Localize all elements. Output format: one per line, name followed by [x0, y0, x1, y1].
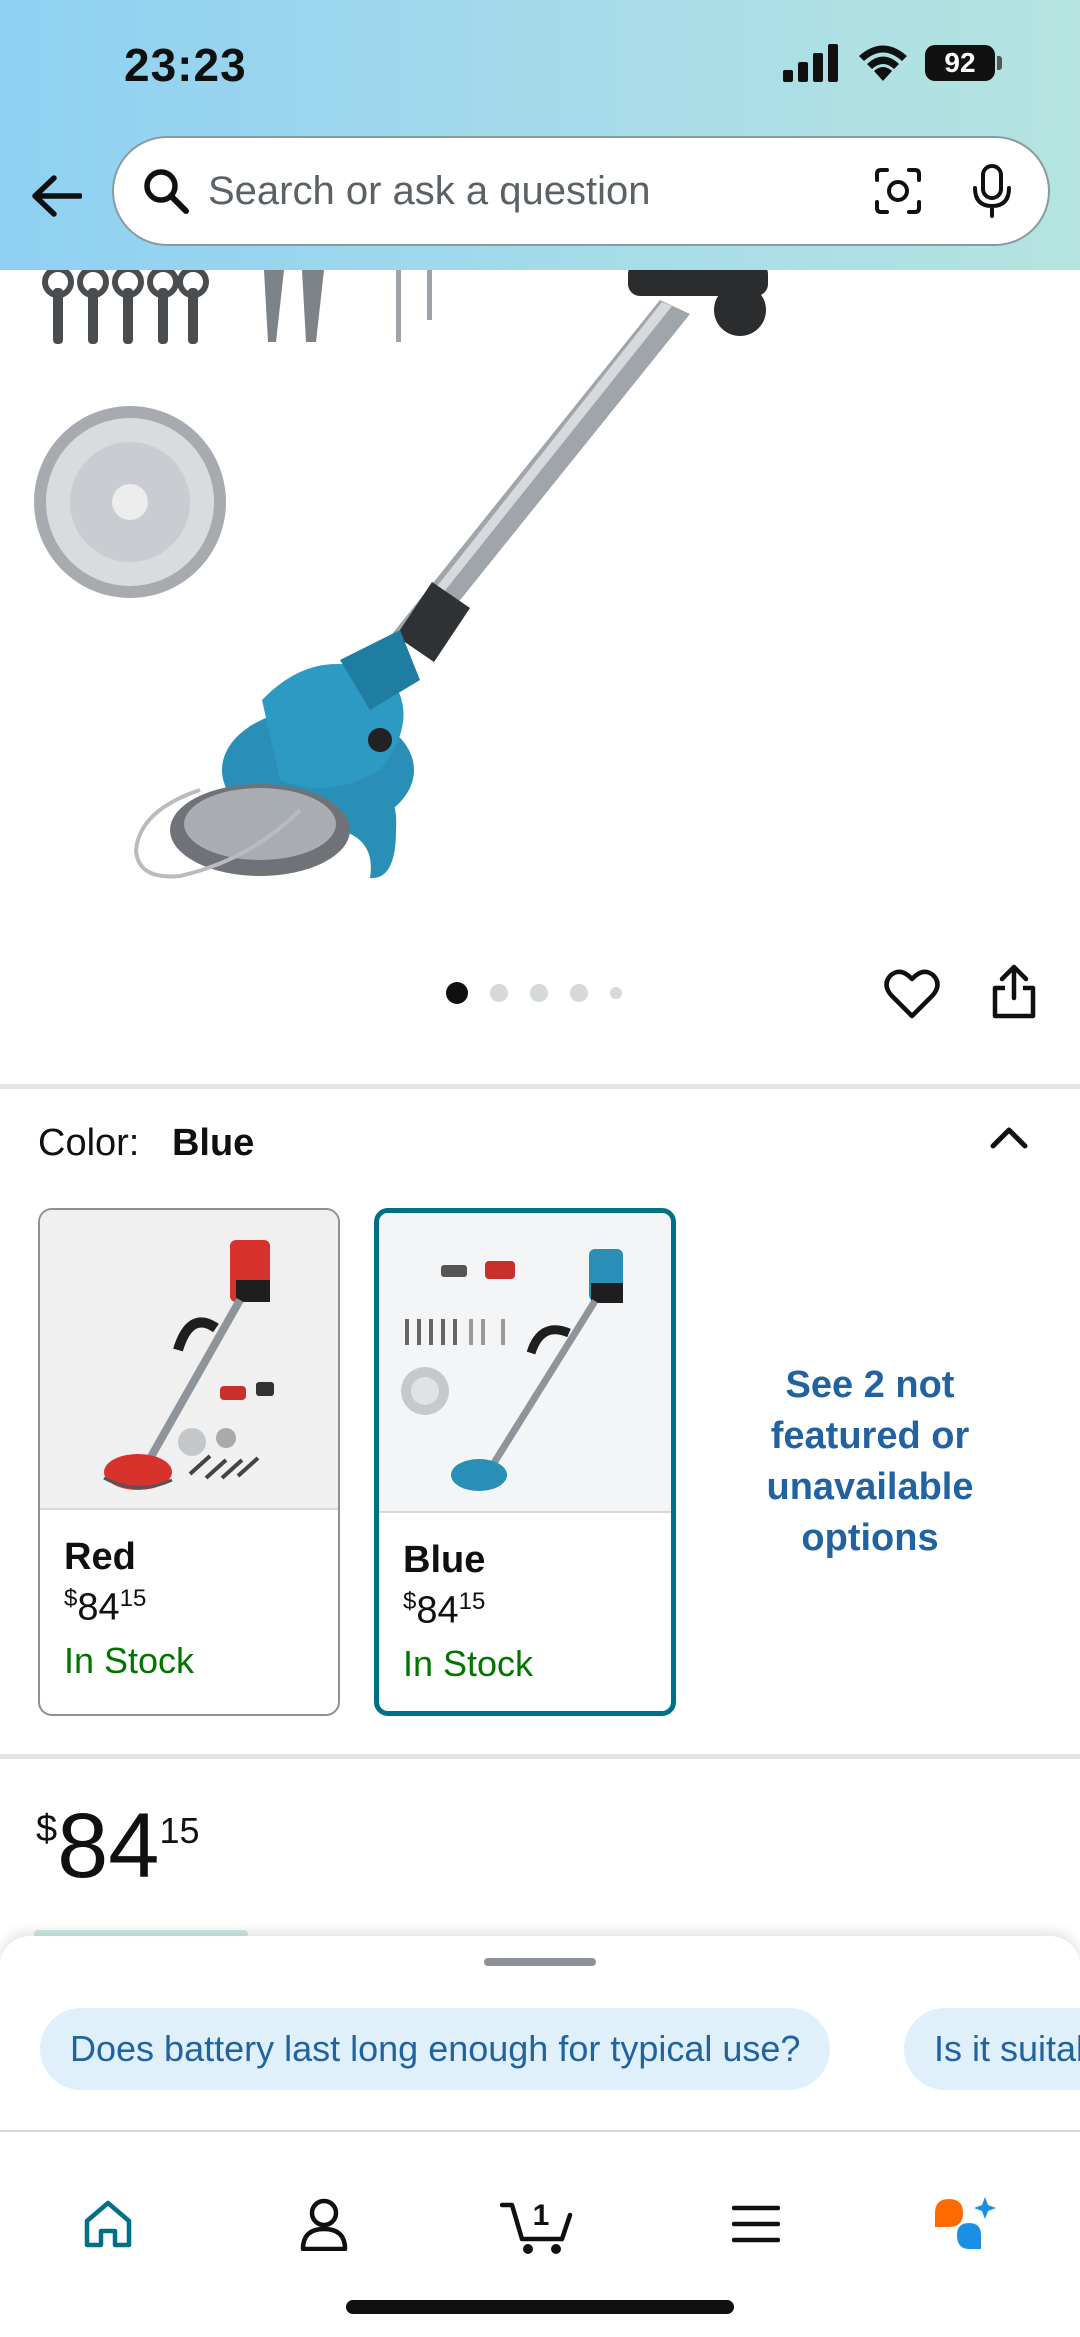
swatch-price: $8415 — [403, 1588, 486, 1632]
cellular-signal-icon — [783, 44, 838, 82]
section-divider — [0, 1084, 1080, 1089]
swatch-price: $8415 — [64, 1585, 147, 1629]
wifi-icon — [859, 45, 907, 81]
product-price: $ 84 15 — [36, 1796, 200, 1896]
suggested-questions-sheet[interactable]: Does battery last long enough for typica… — [0, 1936, 1080, 2132]
status-icons: 92 — [783, 40, 1002, 86]
tab-account[interactable] — [286, 2186, 362, 2262]
tab-rufus-ai[interactable] — [928, 2186, 1004, 2262]
selected-color: Blue — [171, 1122, 255, 1164]
rufus-ai-icon — [935, 2197, 996, 2249]
section-divider — [0, 1754, 1080, 1759]
red-trimmer-thumbnail — [40, 1210, 338, 1510]
collapse-button[interactable] — [984, 1112, 1034, 1162]
camera-scan-icon[interactable] — [868, 161, 928, 221]
carousel-dot[interactable] — [570, 984, 588, 1002]
image-carousel-dots[interactable] — [446, 982, 622, 1004]
color-label: Color: — [38, 1122, 140, 1164]
heart-icon — [884, 969, 940, 1019]
blue-trimmer-thumbnail — [379, 1213, 671, 1513]
sheet-drag-handle[interactable] — [484, 1958, 596, 1966]
menu-icon — [731, 2205, 781, 2243]
tab-home[interactable] — [70, 2186, 146, 2262]
question-chip[interactable]: Is it suitable for thick weeds? — [904, 2008, 1080, 2090]
swatch-name: Blue — [403, 1539, 486, 1581]
color-label-row: Color: Blue — [38, 1122, 254, 1165]
price-fraction: 15 — [159, 1810, 200, 1851]
swatch-availability: In Stock — [403, 1642, 534, 1684]
grass-trimmer-image — [34, 270, 768, 879]
price-whole: 84 — [57, 1795, 160, 1897]
tab-cart[interactable]: 1 — [500, 2186, 576, 2262]
color-option-red[interactable]: Red $8415 In Stock — [38, 1208, 340, 1716]
battery-indicator: 92 — [925, 45, 1002, 81]
search-input[interactable] — [208, 168, 834, 214]
product-image[interactable] — [0, 270, 1080, 920]
tab-menu[interactable] — [718, 2186, 794, 2262]
swatch-name: Red — [64, 1536, 136, 1578]
cart-count: 1 — [533, 2199, 550, 2232]
wishlist-button[interactable] — [882, 964, 942, 1024]
account-icon — [300, 2198, 348, 2251]
search-bar[interactable] — [112, 136, 1050, 246]
question-chip[interactable]: Does battery last long enough for typica… — [40, 2008, 831, 2090]
share-icon — [992, 964, 1036, 1019]
price-currency: $ — [36, 1808, 58, 1850]
see-more-options-link[interactable]: See 2 not featured or unavailable option… — [738, 1360, 1002, 1564]
carousel-dot[interactable] — [446, 982, 468, 1004]
battery-level: 92 — [925, 45, 995, 81]
home-indicator — [346, 2300, 734, 2314]
carousel-dot[interactable] — [530, 984, 548, 1002]
back-arrow-icon — [32, 175, 82, 217]
chevron-up-icon — [990, 1127, 1028, 1149]
status-time: 23:23 — [124, 39, 247, 91]
carousel-dot[interactable] — [610, 987, 622, 999]
microphone-icon[interactable] — [962, 161, 1022, 221]
share-button[interactable] — [984, 962, 1044, 1022]
home-icon — [84, 2200, 132, 2248]
app-header: 23:23 92 — [0, 0, 1080, 270]
color-option-blue[interactable]: Blue $8415 In Stock — [374, 1208, 676, 1716]
back-button[interactable] — [26, 166, 86, 226]
search-icon — [138, 163, 194, 219]
swatch-availability: In Stock — [64, 1639, 195, 1681]
carousel-dot[interactable] — [490, 984, 508, 1002]
cart-icon: 1 — [500, 2199, 573, 2254]
